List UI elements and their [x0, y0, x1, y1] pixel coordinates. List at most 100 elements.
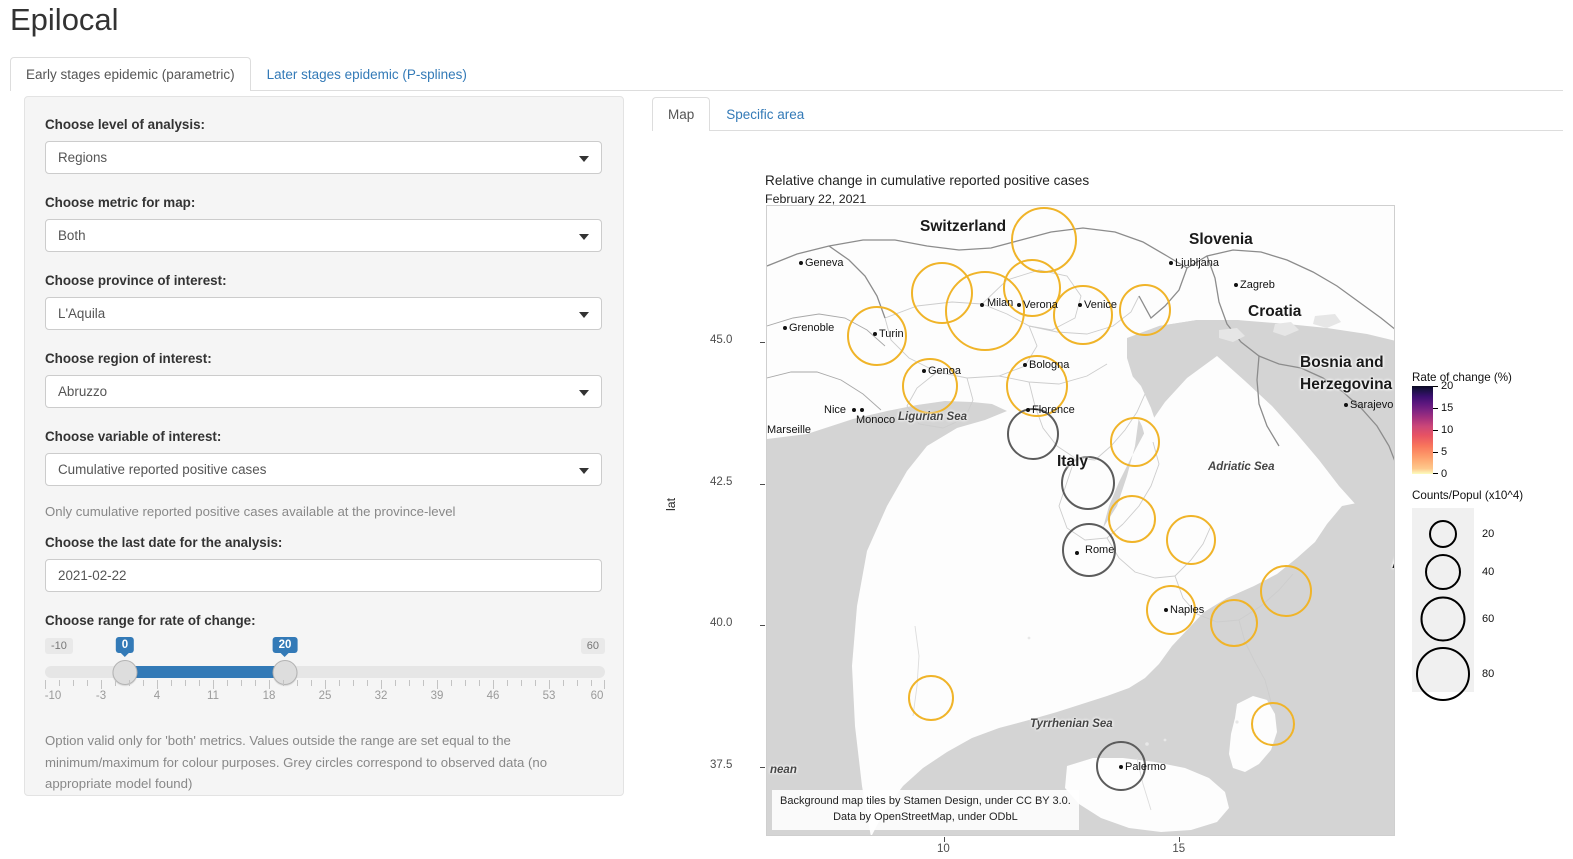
rate-of-change-slider[interactable]: -10 60 0 20 -10 -3 4 11 18 25 32 39 46 53 60	[45, 637, 605, 710]
colorbar	[1412, 386, 1433, 474]
map-bubble[interactable]	[1119, 284, 1171, 336]
country-label: Slovenia	[1189, 231, 1253, 248]
city-dot-icon	[1169, 261, 1173, 265]
epilocal-app: Epilocal Early stages epidemic (parametr…	[0, 0, 1573, 859]
field-metric-for-map: Choose metric for map: Both	[45, 194, 603, 253]
select-province-of-interest[interactable]: L'Aquila	[45, 297, 602, 331]
tab-specific-area[interactable]: Specific area	[710, 97, 820, 131]
city-dot-icon	[1344, 403, 1348, 407]
country-label: Italy	[1057, 453, 1089, 470]
colorbar-tick	[1433, 452, 1438, 453]
city-label: Venice	[1084, 299, 1118, 311]
attribution-line-2: Data by OpenStreetMap, under ODbL	[833, 811, 1018, 824]
city-dot-icon	[922, 369, 926, 373]
plot-title: Relative change in cumulative reported p…	[765, 173, 1090, 188]
city-label: Bologna	[1029, 359, 1070, 371]
city-label: Naples	[1170, 604, 1205, 616]
date-input[interactable]: 2021-02-22	[45, 559, 602, 593]
select-variable-of-interest[interactable]: Cumulative reported positive cases	[45, 453, 602, 487]
city-dot-icon	[1119, 765, 1123, 769]
slider-tick-label: -3	[95, 690, 107, 703]
sea-label: Ligurian Sea	[898, 411, 968, 423]
plot-subtitle: February 22, 2021	[765, 192, 867, 206]
slider-tick-label: 32	[374, 690, 388, 703]
colorbar-tick-label: 5	[1441, 446, 1448, 458]
date-input-value: 2021-02-22	[58, 568, 127, 584]
city-label: Zagreb	[1240, 279, 1275, 291]
label-level-of-analysis: Choose level of analysis:	[45, 117, 206, 132]
map-bubble[interactable]	[1053, 285, 1113, 345]
y-axis-tick	[760, 342, 765, 344]
x-axis-tick	[1179, 837, 1181, 842]
city-label: Turin	[879, 328, 904, 340]
y-axis-tick-label: 40.0	[710, 617, 733, 630]
colorbar-tick-label: 10	[1441, 424, 1454, 436]
x-axis-tick-label: 15	[1172, 843, 1186, 855]
slider-tick-label: 4	[153, 690, 161, 703]
map-panel: Map Specific area Relative change in cum…	[652, 96, 1563, 859]
label-metric-for-map: Choose metric for map:	[45, 195, 196, 211]
colorbar-tick	[1433, 473, 1438, 474]
slider-tick-labels: -10 -3 4 11 18 25 32 39 46 53 60	[45, 690, 605, 706]
colorbar-tick	[1433, 386, 1438, 387]
x-axis-tick	[943, 837, 945, 842]
map-bubble[interactable]	[1210, 599, 1258, 647]
slider-tick-label: 53	[542, 690, 556, 703]
slider-tick-label: 25	[318, 690, 332, 703]
tab-later-stages-epidemic[interactable]: Later stages epidemic (P-splines)	[251, 57, 483, 91]
colorbar-tick	[1433, 408, 1438, 409]
country-label: Switzerland	[920, 218, 1007, 235]
select-level-of-analysis[interactable]: Regions	[45, 141, 602, 175]
map-bubble[interactable]	[908, 675, 954, 721]
label-rate-of-change-range: Choose range for rate of change:	[45, 613, 256, 629]
select-metric-for-map[interactable]: Both	[45, 219, 602, 253]
map-bubble[interactable]	[1166, 515, 1216, 565]
city-dot-icon	[860, 408, 864, 412]
sea-label: Adriatic Sea	[1208, 461, 1275, 473]
city-dot-icon	[1017, 303, 1021, 307]
field-last-date: Choose the last date for the analysis: 2…	[45, 534, 603, 593]
map-canvas[interactable]: Switzerland Slovenia Croatia Bosnia and Herz…	[766, 205, 1395, 836]
y-axis-tick-label: 37.5	[710, 758, 733, 771]
colorbar-tick-label: 20	[1441, 380, 1454, 392]
size-legend-circle	[1416, 647, 1470, 701]
city-label: Marseille	[767, 424, 812, 436]
map-bubble[interactable]	[1108, 495, 1156, 543]
range-footer-note: Option valid only for 'both' metrics. Va…	[45, 733, 548, 792]
chevron-down-icon	[579, 311, 589, 318]
map-bubble[interactable]	[1260, 565, 1312, 617]
tab-map[interactable]: Map	[652, 96, 711, 131]
field-variable-of-interest: Choose variable of interest: Cumulative …	[45, 428, 603, 487]
city-dot-icon	[1026, 408, 1030, 412]
country-label: Croatia	[1248, 303, 1302, 320]
label-last-date: Choose the last date for the analysis:	[45, 535, 283, 551]
legend-counts-per-population: Counts/Popul (x10^4) 20 40 60 80	[1412, 489, 1523, 701]
city-dot-icon	[852, 408, 856, 412]
city-label: Nice	[824, 404, 847, 416]
colorbar-tick-label: 15	[1441, 402, 1454, 414]
y-axis-title: lat	[664, 497, 678, 511]
size-legend-circle	[1429, 520, 1457, 548]
x-axis-tick-label: 10	[936, 843, 950, 855]
controls-sidebar: Choose level of analysis: Regions Choose…	[24, 96, 624, 796]
slider-tick-label: 39	[430, 690, 444, 703]
map-bubble[interactable]	[1110, 417, 1160, 467]
city-dot-icon	[1023, 363, 1027, 367]
chevron-down-icon	[579, 155, 589, 162]
select-region-of-interest[interactable]: Abruzzo	[45, 375, 602, 409]
province-level-helper-note: Only cumulative reported positive cases …	[45, 504, 456, 520]
y-axis-tick	[760, 766, 765, 768]
size-legend-circle	[1420, 596, 1466, 641]
city-dot-icon	[1078, 303, 1082, 307]
country-label: Herzegovina	[1300, 376, 1393, 393]
colorbar-tick-label: 0	[1441, 468, 1448, 480]
plot-area: Relative change in cumulative reported p…	[652, 131, 1563, 859]
legend-rate-of-change-title: Rate of change (%)	[1412, 371, 1512, 384]
city-dot-icon	[1234, 283, 1238, 287]
city-label: Genoa	[928, 365, 962, 377]
map-bubble[interactable]	[1251, 702, 1295, 746]
city-dot-icon	[873, 332, 877, 336]
tab-early-stages-epidemic[interactable]: Early stages epidemic (parametric)	[10, 56, 251, 91]
city-label: Geneva	[805, 257, 844, 269]
city-dot-icon	[1075, 551, 1079, 555]
